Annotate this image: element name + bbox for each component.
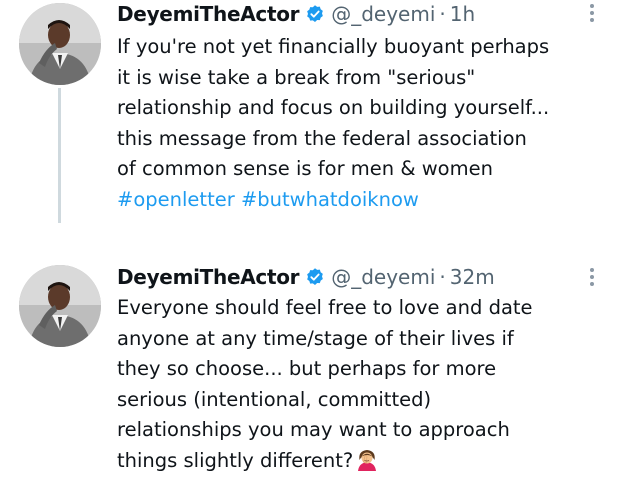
verified-badge-icon [307,5,324,22]
separator-dot: · [439,265,446,289]
timestamp[interactable]: 1h [450,2,475,26]
tweet-text: Everyone should feel free to love and da… [117,293,617,476]
tweet-text-line-last: things slightly different? [117,446,617,477]
woman-facepalming-emoji-icon [358,449,377,471]
more-options-icon[interactable] [588,266,596,288]
tweet-text-line: relationship and focus on building yours… [117,96,550,119]
tweet-text-line: things slightly different? [117,448,354,472]
tweet-text-line: relationships you may want to approach [117,418,510,441]
thread-line [58,88,61,223]
tweet-header: DeyemiTheActor @_deyemi · 1h [117,1,578,27]
display-name[interactable]: DeyemiTheActor [117,265,300,289]
tweet-text-line: they so choose... but perhaps for more [117,357,497,380]
hashtag-link[interactable]: #butwhatdoiknow [241,188,419,211]
tweet-2[interactable]: DeyemiTheActor @_deyemi · 32m Everyone s… [0,255,618,489]
tweet-text-line: Everyone should feel free to love and da… [117,296,533,319]
hashtag-link[interactable]: #openletter [117,188,235,211]
handle[interactable]: @_deyemi [331,2,435,26]
separator-dot: · [439,2,446,26]
tweet-text-line: serious (intentional, committed) [117,387,432,411]
timestamp[interactable]: 32m [450,265,495,289]
handle[interactable]: @_deyemi [331,265,435,289]
tweet-text-line: it is wise take a break from "serious" [117,65,476,89]
avatar[interactable] [19,3,101,85]
more-options-icon[interactable] [588,2,596,24]
tweet-text: If you're not yet financially buoyant pe… [117,32,617,215]
avatar[interactable] [19,265,101,347]
tweet-text-line: of common sense is for men & women [117,157,493,180]
avatar-image [19,3,101,85]
avatar-image [19,265,101,347]
tweet-text-line: If you're not yet financially buoyant pe… [117,35,550,58]
hashtag-line: #openletter #butwhatdoiknow [117,185,617,216]
verified-badge-icon [307,268,324,285]
tweet-text-line: this message from the federal associatio… [117,126,527,150]
tweet-text-line: anyone at any time/stage of their lives … [117,326,514,350]
tweet-1[interactable]: DeyemiTheActor @_deyemi · 1h If you're n… [0,0,618,240]
tweet-header: DeyemiTheActor @_deyemi · 32m [117,264,578,290]
display-name[interactable]: DeyemiTheActor [117,2,300,26]
